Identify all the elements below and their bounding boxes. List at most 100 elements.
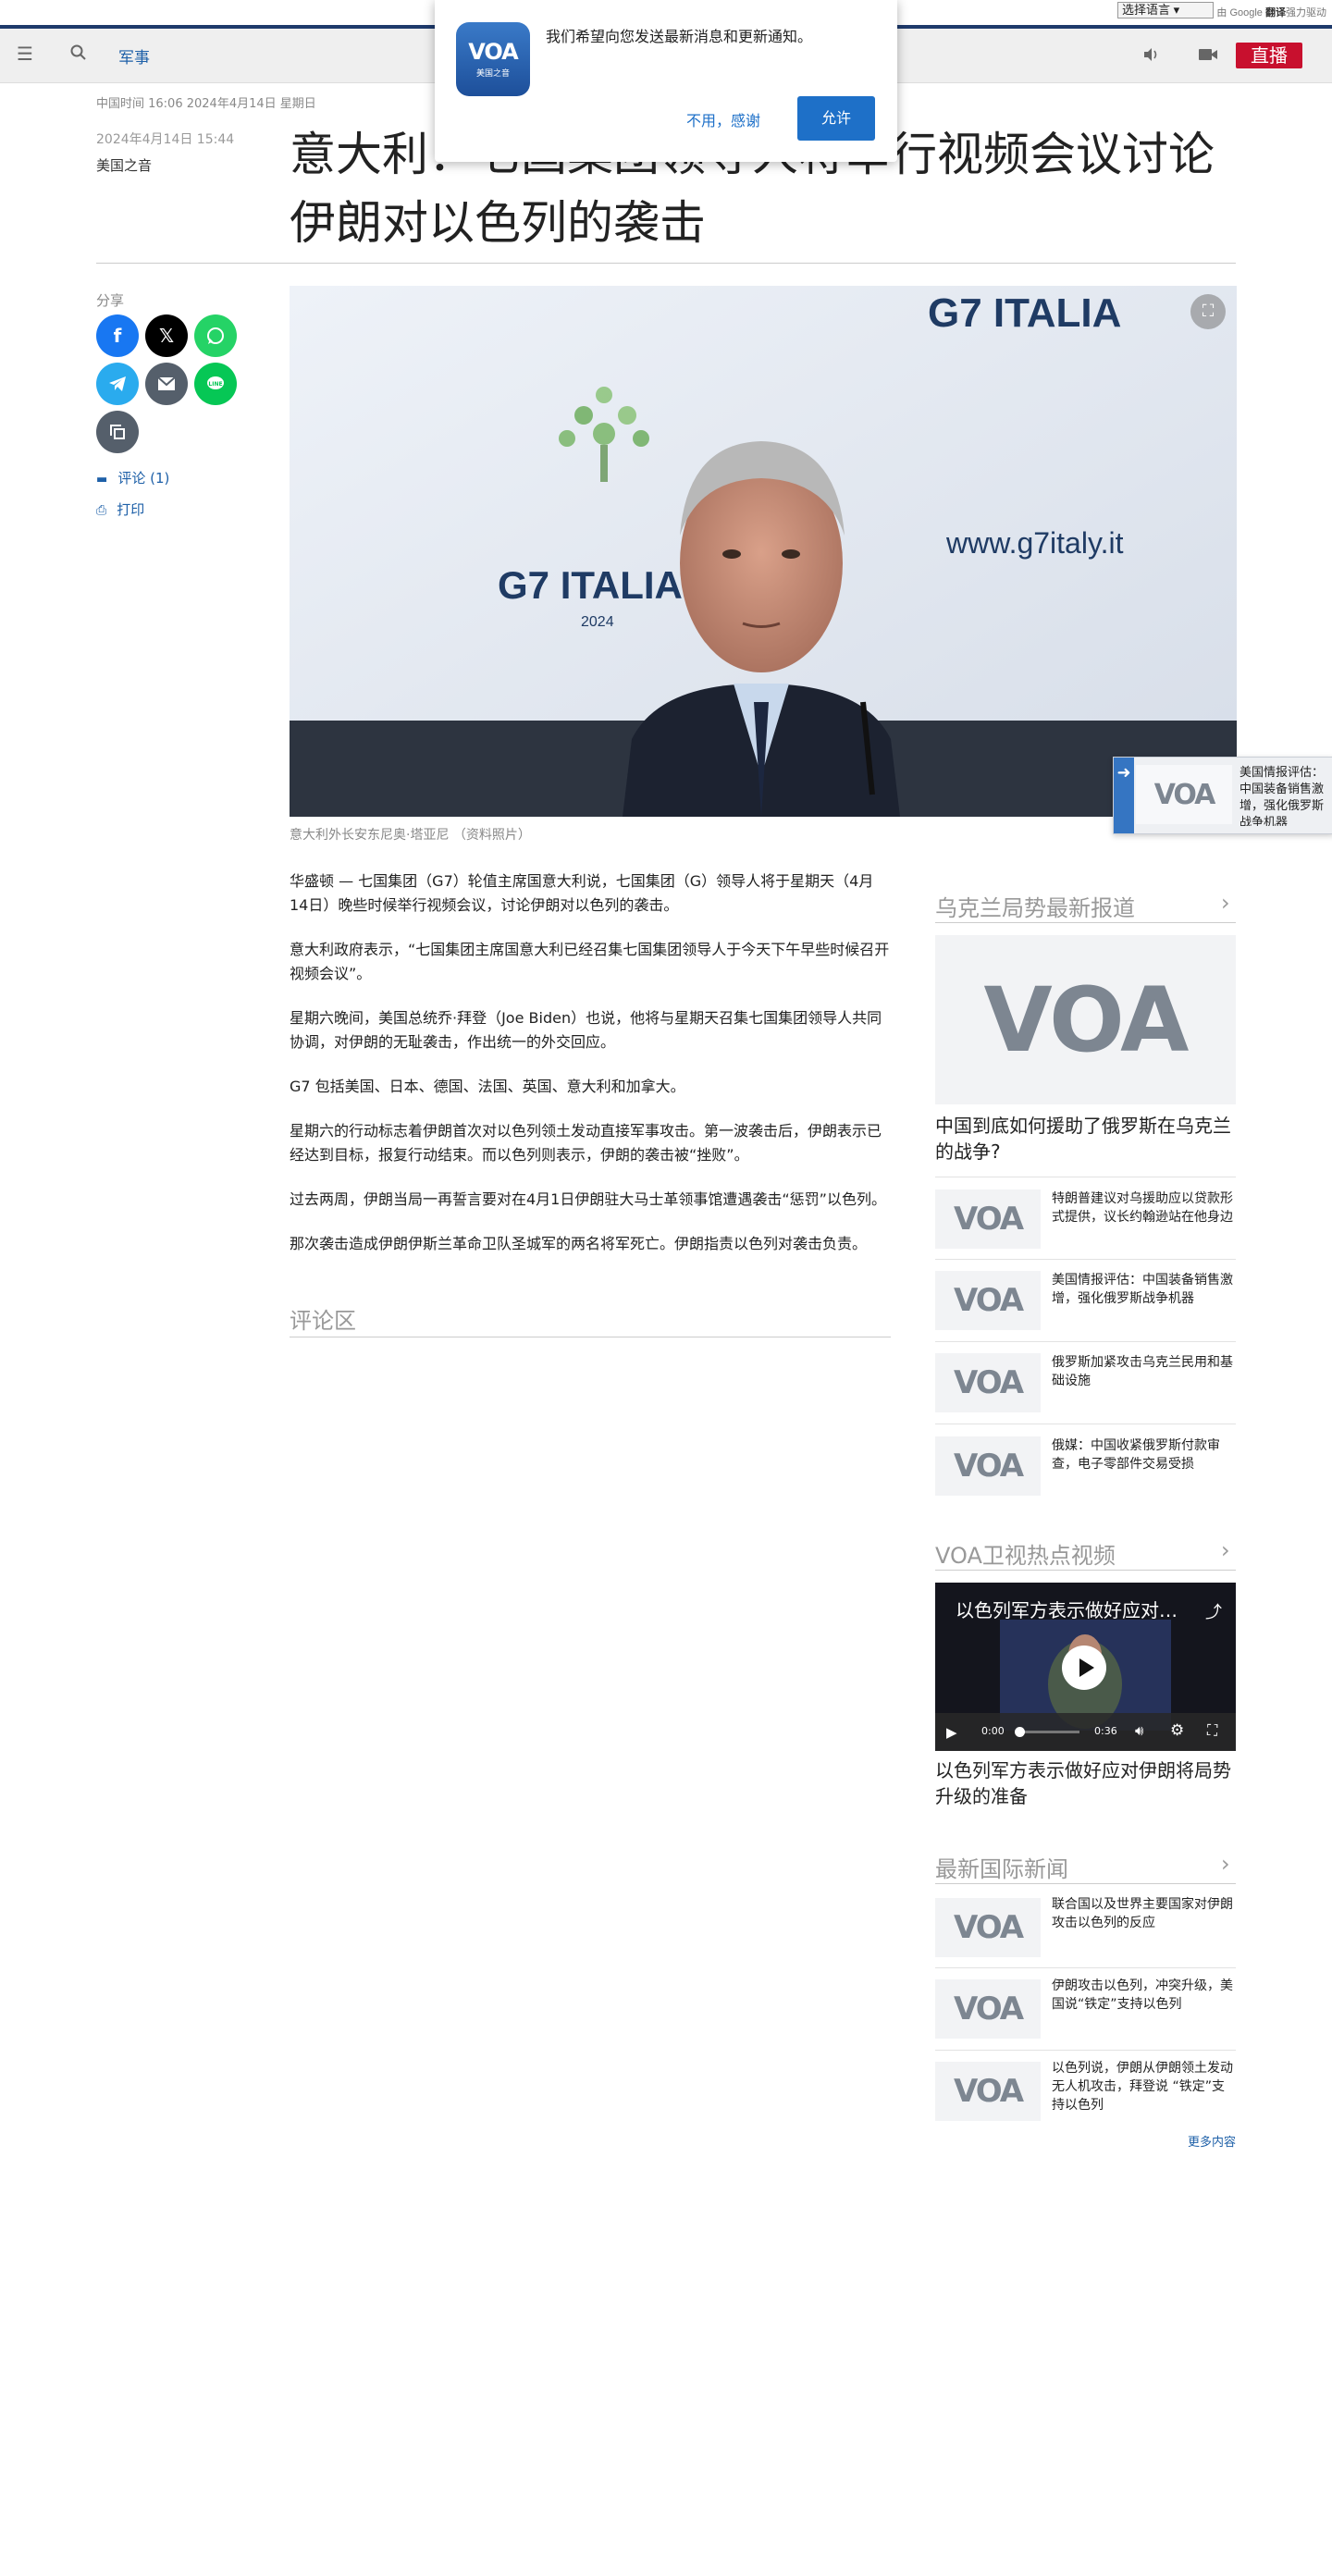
list-separator — [935, 1341, 1236, 1342]
allow-button[interactable]: 允许 — [797, 96, 875, 141]
voa-logo-icon: VOA — [953, 1448, 1024, 1485]
line-icon: LINE — [207, 376, 224, 389]
list-separator — [935, 1259, 1236, 1260]
more-content-link[interactable]: 更多内容 — [1188, 2132, 1236, 2150]
list-separator — [935, 1967, 1236, 1968]
share-label: 分享 — [96, 292, 125, 309]
play-small-icon[interactable]: ▶ — [946, 1724, 957, 1741]
facebook-icon: f — [113, 325, 122, 347]
play-button[interactable] — [1062, 1645, 1106, 1690]
world-list-item[interactable]: 伊朗攻击以色列，冲突升级，美国说“铁定”支持以色列 — [1052, 1977, 1233, 2014]
list-item-thumbnail[interactable]: VOA — [935, 1979, 1041, 2039]
list-item-thumbnail[interactable]: VOA — [935, 2062, 1041, 2121]
list-item-thumbnail[interactable]: VOA — [935, 1898, 1041, 1957]
printer-icon: ⎙ — [96, 503, 107, 518]
article-paragraph: 那次袭击造成伊朗伊斯兰革命卫队圣城军的两名将军死亡。伊朗指责以色列对袭击负责。 — [290, 1235, 868, 1252]
floating-thumbnail: VOA — [1136, 765, 1232, 824]
video-title-line — [935, 1570, 1236, 1571]
article-paragraph: 星期六晚间，美国总统乔·拜登（Joe Biden）也说，他将与星期天召集七国集团… — [290, 1009, 882, 1051]
world-list-item[interactable]: 联合国以及世界主要国家对伊朗攻击以色列的反应 — [1052, 1895, 1233, 1932]
article-source: 美国之音 — [96, 157, 153, 174]
volume-icon[interactable]: 🔊︎ — [1135, 1722, 1143, 1739]
speaker-icon[interactable] — [1141, 45, 1160, 68]
chevron-right-icon[interactable]: › — [1221, 890, 1230, 916]
china-time: 中国时间 16:06 2024年4月14日 星期日 — [96, 97, 316, 111]
comments-section-title: 评论区 — [290, 1308, 356, 1334]
envelope-icon — [157, 376, 176, 390]
ukraine-list-item[interactable]: 俄媒：中国收紧俄罗斯付款审查，电子零部件交易受损 — [1052, 1436, 1233, 1473]
decline-button[interactable]: 不用，感谢 — [686, 108, 760, 130]
article-paragraph: 华盛顿 — 七国集团（G7）轮值主席国意大利说，七国集团（G）领导人将于星期天（… — [290, 872, 874, 914]
logo-sub-text: 美国之音 — [475, 69, 510, 79]
expand-icon[interactable]: ⛶ — [1190, 294, 1226, 329]
nav-section-military[interactable]: 军事 — [118, 44, 150, 68]
ukraine-section-title[interactable]: 乌克兰局势最新报道 — [935, 890, 1135, 922]
video-caption[interactable]: 以色列军方表示做好应对伊朗将局势升级的准备 — [935, 1757, 1236, 1809]
fullscreen-icon[interactable]: ⛶ — [1207, 1721, 1217, 1740]
facebook-share-button[interactable]: f — [96, 314, 139, 357]
email-share-button[interactable] — [145, 363, 188, 405]
world-list-item[interactable]: 以色列说，伊朗从伊朗领土发动无人机攻击，拜登说 “铁定”支持以色列 — [1052, 2059, 1233, 2114]
chevron-right-icon[interactable]: › — [1221, 1851, 1230, 1877]
search-icon[interactable] — [68, 43, 89, 67]
article-paragraph: 意大利政府表示，“七国集团主席国意大利已经召集七国集团领导人于今天下午早些时候召… — [290, 941, 890, 982]
translate-word: 翻译 — [1265, 7, 1286, 18]
world-section-title[interactable]: 最新国际新闻 — [935, 1851, 1068, 1883]
list-item-thumbnail[interactable]: VOA — [935, 1271, 1041, 1330]
hamburger-icon[interactable]: ☰ — [17, 43, 33, 65]
floating-recommendation-card[interactable]: ➜ VOA 美国情报评估：中国装备销售激增，强化俄罗斯战争机器 — [1113, 757, 1332, 834]
settings-gear-icon[interactable]: ⚙ — [1170, 1721, 1184, 1740]
arrow-right-icon[interactable]: ➜ — [1114, 758, 1134, 833]
video-title: 以色列军方表示做好应对伊朗将局势升级的准备 — [956, 1599, 1178, 1621]
hero-caption: 意大利外长安东尼奥·塔亚尼 （资料照片） — [290, 828, 531, 843]
language-select[interactable]: 选择语言 ▾ — [1117, 2, 1214, 18]
hero-image: G7 ITALIA 2024 G7 ITALIA www.g7italy.it — [290, 286, 1237, 817]
copy-link-button[interactable] — [96, 411, 139, 453]
video-player[interactable]: 以色列军方表示做好应对伊朗将局势升级的准备 ⤴ ▶ 0:00 0:36 🔊︎ ⚙… — [935, 1583, 1236, 1751]
print-link-label: 打印 — [117, 501, 145, 518]
live-button[interactable]: 直播 — [1236, 43, 1302, 68]
print-link[interactable]: ⎙ 打印 — [96, 499, 144, 519]
notification-popup: VOA 美国之音 我们希望向您发送最新消息和更新通知。 不用，感谢 允许 — [435, 0, 897, 162]
headline-divider — [96, 263, 1236, 264]
share-icon[interactable]: ⤴ — [1205, 1599, 1222, 1623]
list-item-thumbnail[interactable]: VOA — [935, 1189, 1041, 1249]
ukraine-lead-headline[interactable]: 中国到底如何援助了俄罗斯在乌克兰的战争? — [935, 1113, 1236, 1165]
video-progress-track[interactable] — [1015, 1727, 1079, 1737]
voa-logo-icon: VOA — [953, 1201, 1024, 1238]
ukraine-list-item[interactable]: 俄罗斯加紧攻击乌克兰民用和基础设施 — [1052, 1353, 1233, 1390]
video-section-title[interactable]: VOA卫视热点视频 — [935, 1537, 1116, 1570]
comments-link[interactable]: ▬ 评论 (1) — [96, 468, 169, 487]
language-select-label: 选择语言 — [1122, 3, 1171, 17]
article-paragraph: 过去两周，伊朗当局一再誓言要对在4月1日伊朗驻大马士革领事馆遭遇袭击“惩罚”以色… — [290, 1190, 886, 1208]
video-time-total: 0:36 — [1094, 1725, 1117, 1737]
powered-by-text: 由 — [1216, 7, 1227, 18]
hero-text-g7-right: G7 ITALIA — [928, 290, 1122, 336]
comment-bubble-icon: ▬ — [96, 473, 108, 487]
video-camera-icon[interactable] — [1198, 46, 1218, 67]
powered-suffix: 强力驱动 — [1286, 7, 1326, 18]
google-logo-text: Google — [1229, 7, 1263, 18]
hero-portrait — [623, 441, 900, 817]
article-body: 华盛顿 — 七国集团（G7）轮值主席国意大利说，七国集团（G）领导人将于星期天（… — [290, 869, 891, 1276]
list-separator — [935, 2050, 1236, 2051]
google-translate-credit: 由 Google 翻译强力驱动 — [1216, 5, 1326, 19]
ukraine-lead-thumbnail[interactable]: VOA — [935, 935, 1236, 1104]
video-progress-handle[interactable] — [1015, 1727, 1025, 1737]
video-time-current: 0:00 — [981, 1725, 1005, 1737]
x-share-button[interactable]: 𝕏 — [145, 314, 188, 357]
voa-logo-icon: VOA — [953, 1909, 1024, 1946]
published-date: 2024年4月14日 15:44 — [96, 132, 235, 147]
telegram-share-button[interactable] — [96, 363, 139, 405]
chevron-right-icon[interactable]: › — [1221, 1537, 1230, 1563]
ukraine-list-item[interactable]: 特朗普建议对乌援助应以贷款形式提供，议长约翰逊站在他身边 — [1052, 1189, 1233, 1226]
ukraine-title-line — [935, 922, 1236, 923]
voa-logo-icon: VOA — [953, 1991, 1024, 2028]
list-item-thumbnail[interactable]: VOA — [935, 1436, 1041, 1496]
list-item-thumbnail[interactable]: VOA — [935, 1353, 1041, 1412]
ukraine-list-item[interactable]: 美国情报评估：中国装备销售激增，强化俄罗斯战争机器 — [1052, 1271, 1233, 1308]
line-share-button[interactable]: LINE — [194, 363, 237, 405]
hero-url-text: www.g7italy.it — [946, 526, 1124, 560]
whatsapp-share-button[interactable] — [194, 314, 237, 357]
voa-logo-icon: VOA — [1153, 778, 1216, 811]
